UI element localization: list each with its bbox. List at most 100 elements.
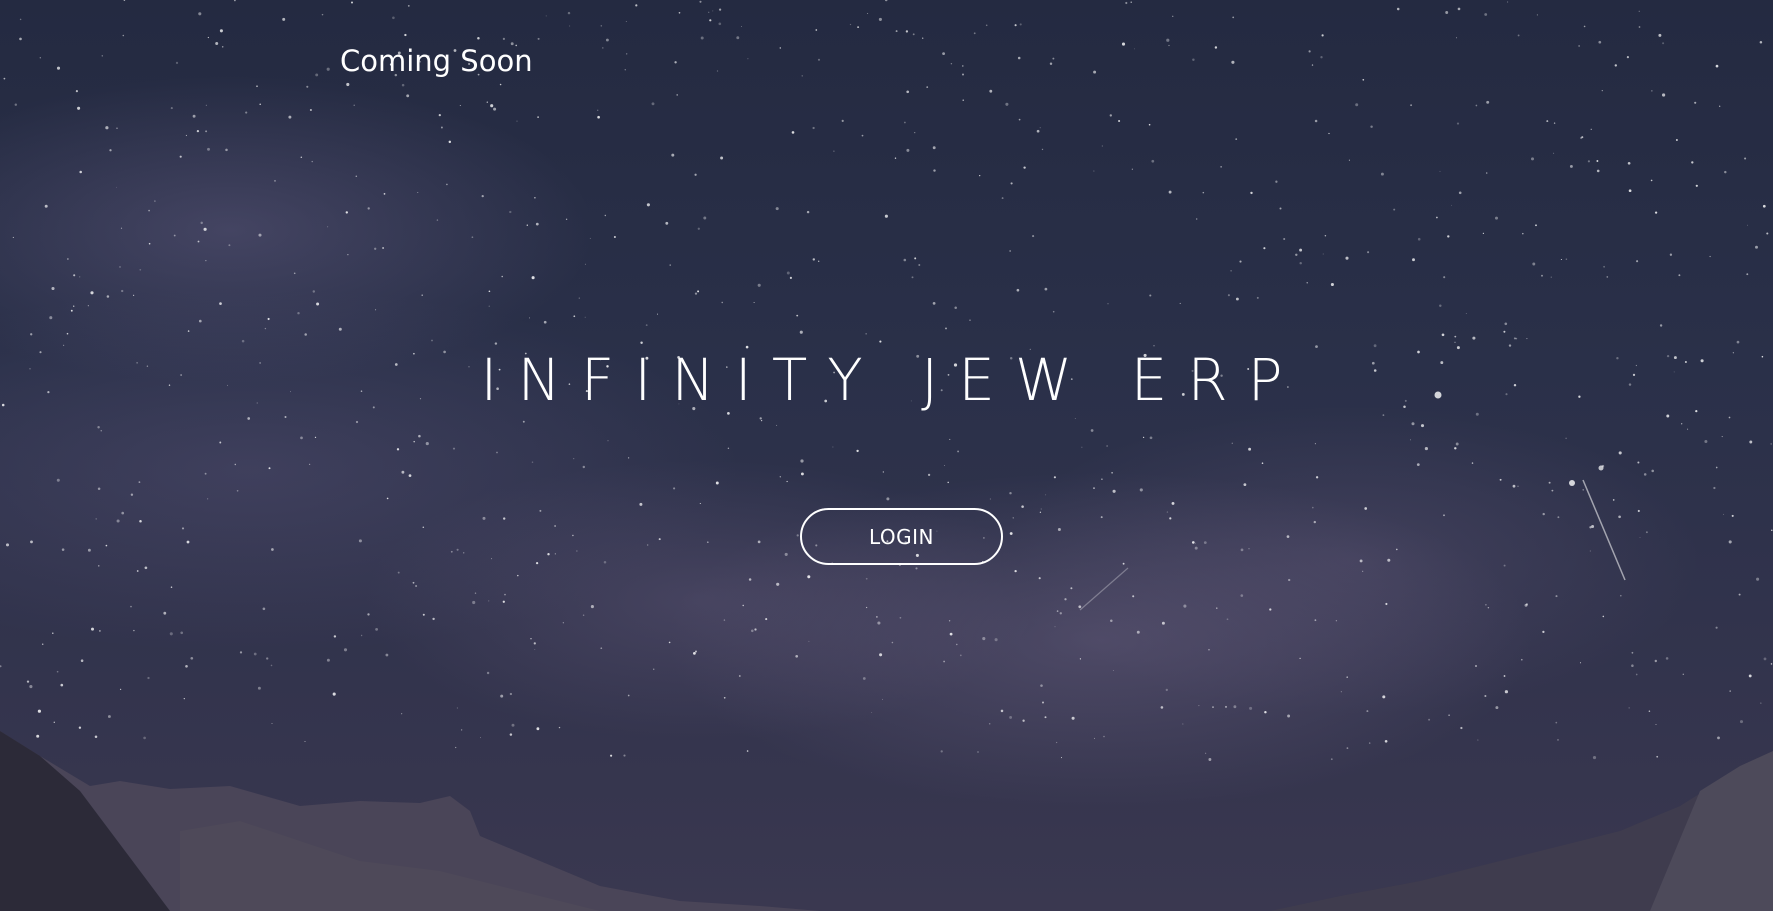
- star: [198, 319, 202, 323]
- star: [1560, 258, 1562, 261]
- star: [1643, 473, 1647, 476]
- star: [271, 548, 274, 551]
- star: [1313, 520, 1316, 524]
- star: [1041, 701, 1045, 704]
- star: [567, 11, 571, 15]
- star: [584, 316, 586, 318]
- star: [1362, 570, 1364, 572]
- star: [338, 327, 342, 331]
- star: [502, 600, 505, 603]
- star: [1723, 513, 1725, 515]
- star: [867, 12, 869, 15]
- star: [1612, 499, 1615, 501]
- star: [886, 497, 890, 501]
- star: [463, 552, 465, 554]
- star: [106, 295, 110, 298]
- star: [256, 85, 258, 88]
- star: [1239, 260, 1242, 263]
- star: [1541, 274, 1543, 277]
- star: [1387, 558, 1391, 562]
- star: [1736, 340, 1740, 344]
- star: [721, 301, 723, 304]
- star: [1553, 122, 1556, 124]
- star: [205, 130, 208, 133]
- star: [1168, 190, 1172, 194]
- star: [1330, 282, 1334, 287]
- star: [332, 692, 336, 696]
- login-button[interactable]: LOGIN: [800, 508, 1003, 565]
- star: [1093, 70, 1097, 74]
- star: [300, 436, 303, 440]
- star: [779, 476, 781, 478]
- star: [1503, 564, 1506, 567]
- star: [1348, 159, 1350, 161]
- star: [61, 548, 65, 551]
- star: [640, 341, 643, 344]
- star: [1662, 93, 1666, 97]
- star: [493, 107, 497, 111]
- star: [221, 46, 224, 48]
- star: [1203, 541, 1207, 544]
- star: [678, 11, 681, 14]
- star: [1504, 322, 1508, 326]
- star: [1038, 577, 1041, 580]
- star: [694, 292, 698, 295]
- star: [602, 47, 604, 49]
- star: [496, 451, 498, 454]
- star: [1100, 516, 1103, 519]
- bright-star-2: [1569, 480, 1575, 486]
- star: [234, 0, 236, 2]
- star: [440, 126, 443, 129]
- star: [1023, 166, 1026, 169]
- star: [947, 481, 949, 484]
- star: [699, 0, 702, 3]
- star: [833, 150, 835, 152]
- star: [253, 652, 257, 656]
- star: [1695, 184, 1698, 187]
- star: [1235, 138, 1238, 140]
- star: [1288, 578, 1291, 582]
- star: [1590, 128, 1592, 130]
- star: [219, 302, 222, 305]
- star: [625, 21, 627, 22]
- star: [197, 240, 200, 243]
- star: [180, 631, 184, 635]
- star: [1396, 7, 1400, 11]
- star: [1315, 476, 1319, 479]
- star: [989, 498, 991, 500]
- star: [446, 183, 448, 186]
- star: [956, 643, 958, 646]
- star: [282, 17, 286, 21]
- star: [554, 525, 556, 527]
- star: [1393, 208, 1396, 211]
- star: [1306, 282, 1308, 284]
- star: [534, 197, 536, 199]
- star: [1299, 261, 1302, 265]
- star: [1521, 658, 1523, 661]
- star: [374, 247, 377, 250]
- star: [905, 30, 909, 33]
- star: [1367, 251, 1370, 254]
- star: [1134, 48, 1136, 50]
- star: [537, 37, 540, 40]
- star: [1484, 13, 1488, 16]
- star: [1636, 260, 1639, 263]
- star: [1410, 439, 1411, 441]
- star: [1447, 235, 1450, 238]
- star: [950, 62, 953, 65]
- star: [1250, 191, 1253, 195]
- star: [727, 447, 730, 450]
- star: [884, 214, 888, 218]
- star: [326, 67, 330, 71]
- star: [274, 180, 276, 182]
- star: [262, 607, 266, 611]
- star: [207, 147, 210, 151]
- star: [491, 558, 493, 560]
- star: [1618, 515, 1621, 519]
- star: [554, 553, 556, 555]
- star: [1235, 297, 1239, 301]
- star: [1628, 707, 1630, 709]
- star: [1551, 489, 1554, 492]
- star: [723, 619, 726, 621]
- star: [1112, 670, 1114, 671]
